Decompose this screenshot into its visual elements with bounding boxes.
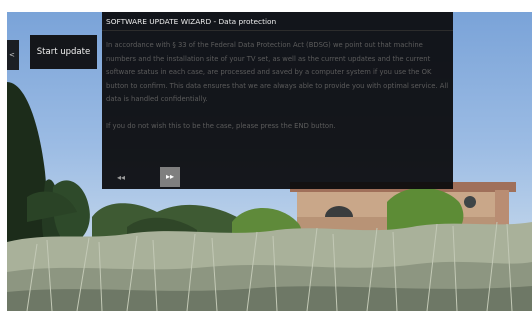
side-menu-tab[interactable]: < — [7, 40, 19, 70]
opt-out-notice: If you do not wish this to be the case, … — [106, 121, 336, 130]
dialog-title: SOFTWARE UPDATE WIZARD - Data protection — [106, 17, 277, 26]
fast-forward-icon: ▸▸ — [165, 172, 175, 181]
tv-screen: < Start update SOFTWARE UPDATE WIZARD - … — [7, 12, 532, 311]
chevron-left-icon: < — [9, 51, 15, 59]
back-button[interactable]: ◂◂ — [111, 169, 131, 186]
software-update-wizard-dialog: SOFTWARE UPDATE WIZARD - Data protection… — [102, 12, 453, 189]
grass-foreground-dark — [7, 286, 532, 311]
forward-button[interactable]: ▸▸ — [160, 167, 180, 187]
villa-window-right — [464, 196, 476, 208]
cypress-tree-large — [7, 82, 47, 262]
data-protection-notice: In accordance with § 33 of the Federal D… — [106, 41, 449, 103]
dialog-body: In accordance with § 33 of the Federal D… — [106, 39, 449, 133]
rewind-icon: ◂◂ — [116, 173, 126, 182]
start-update-button[interactable]: Start update — [30, 35, 97, 69]
title-divider — [102, 30, 453, 31]
